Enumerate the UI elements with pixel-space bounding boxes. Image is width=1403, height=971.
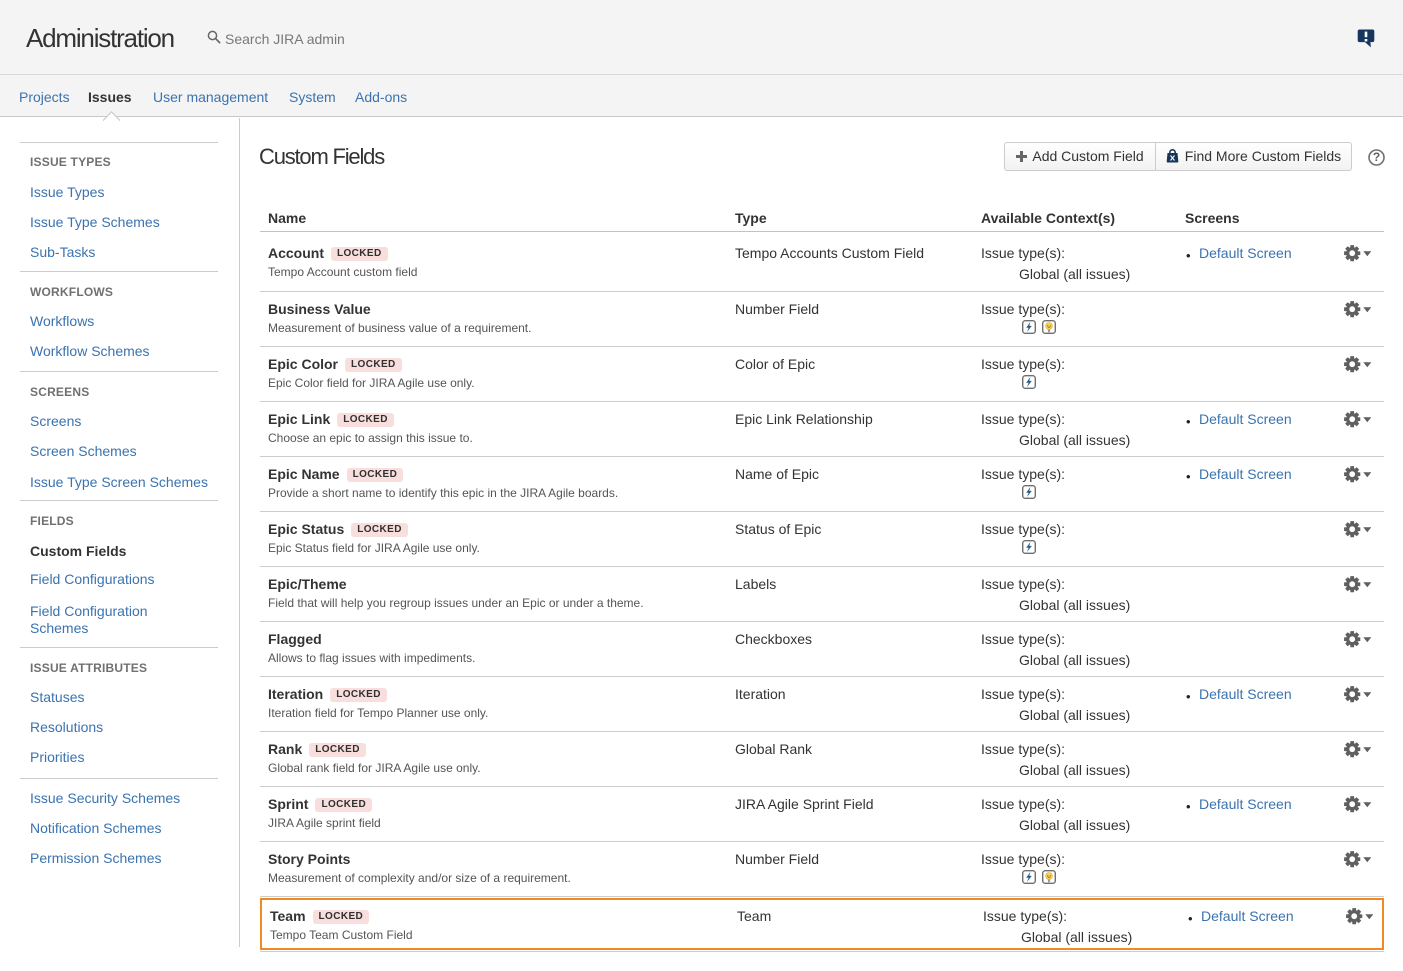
svg-text:?: ? [1373,150,1380,164]
